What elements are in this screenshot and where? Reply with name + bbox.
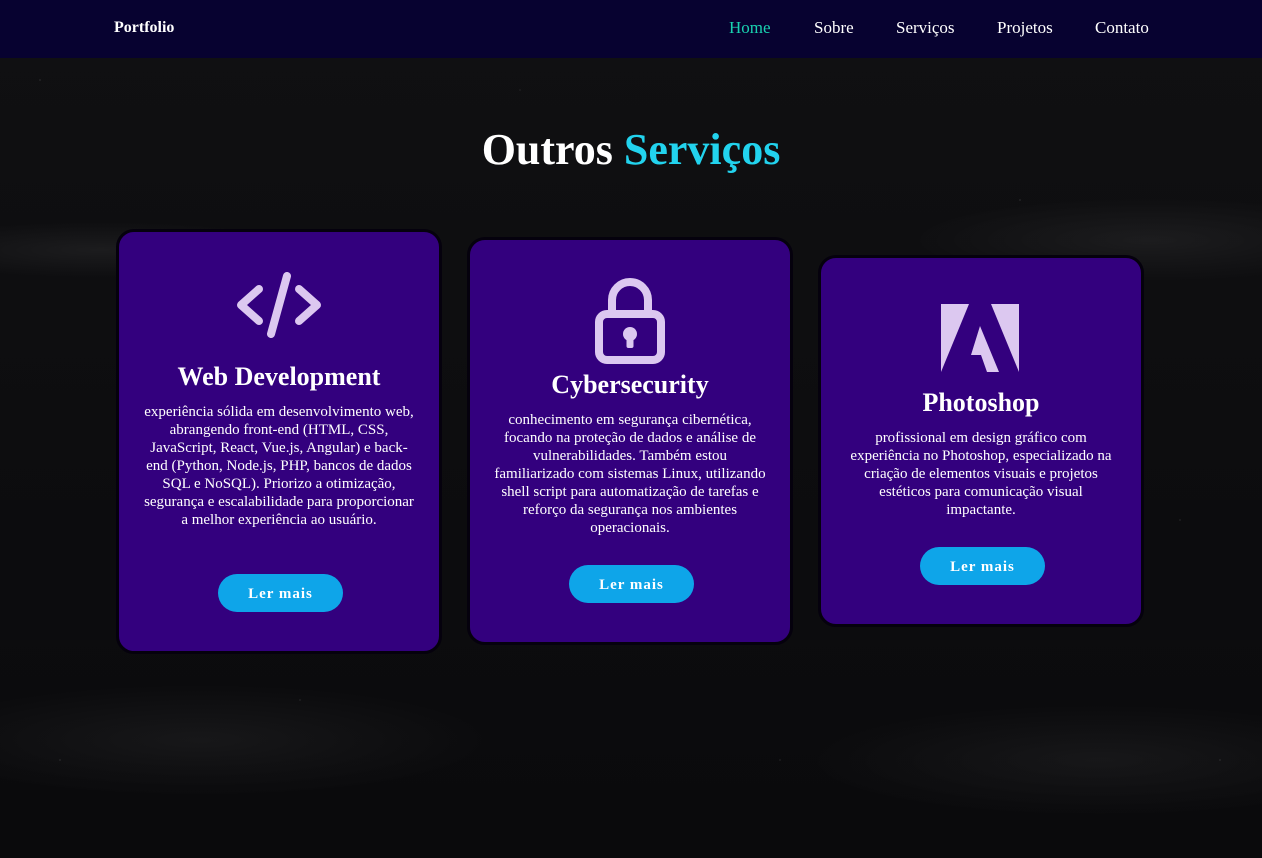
service-card-cybersecurity: Cybersecurity conhecimento em segurança … (467, 237, 793, 645)
read-more-button[interactable]: Ler mais (218, 574, 343, 612)
logo[interactable]: Portfolio (114, 18, 174, 38)
service-card-photoshop: Photoshop profissional em design gráfico… (818, 255, 1144, 627)
adobe-icon (821, 304, 1141, 374)
section-title-main: Outros (481, 125, 613, 174)
lock-icon (470, 276, 790, 364)
read-more-button[interactable]: Ler mais (920, 547, 1045, 585)
section-title: Outros Serviços (0, 122, 1262, 178)
section-title-accent: Serviços (623, 125, 781, 174)
card-title: Photoshop (922, 388, 1040, 417)
card-description: conhecimento em segurança cibernética, f… (494, 412, 766, 536)
service-card-web-development: Web Development experiência sólida em de… (116, 229, 442, 654)
card-description: experiência sólida em desenvolvimento we… (144, 404, 414, 528)
card-title: Cybersecurity (551, 370, 709, 399)
nav-link-contato[interactable]: Contato (1095, 18, 1149, 38)
card-description: profissional em design gráfico com exper… (850, 430, 1112, 518)
navbar: Portfolio Home Sobre Serviços Projetos C… (0, 0, 1262, 58)
nav-link-projetos[interactable]: Projetos (997, 18, 1053, 38)
read-more-button[interactable]: Ler mais (569, 565, 694, 603)
card-title: Web Development (177, 362, 381, 391)
code-icon (119, 272, 439, 338)
nav-link-servicos[interactable]: Serviços (896, 18, 955, 38)
nav-link-sobre[interactable]: Sobre (814, 18, 854, 38)
nav-link-home[interactable]: Home (729, 18, 771, 38)
